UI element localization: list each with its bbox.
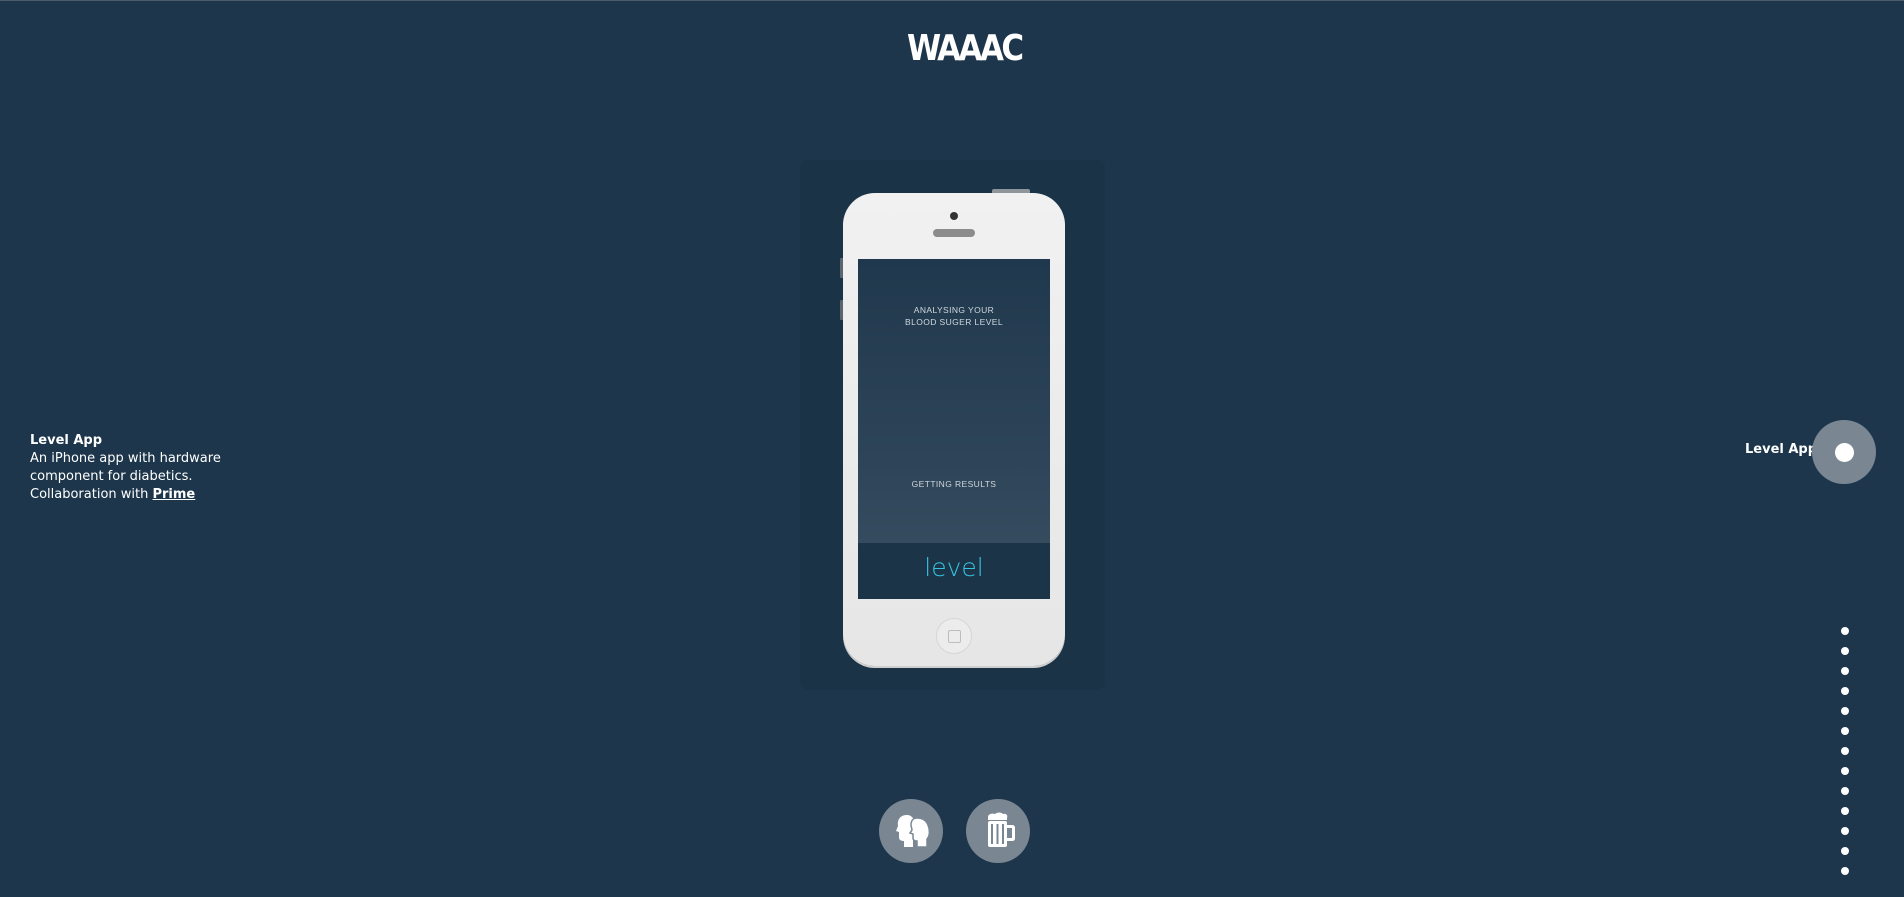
analysing-line2: BLOOD SUGER LEVEL (905, 317, 1003, 327)
phone-screen: ANALYSING YOUR BLOOD SUGER LEVEL GETTING… (858, 259, 1050, 599)
project-collab-line: Collaboration with Prime (30, 486, 221, 504)
collab-prefix: Collaboration with (30, 487, 153, 502)
pager-dot[interactable] (1841, 647, 1849, 655)
page-indicator (1841, 627, 1849, 887)
phone-camera (950, 212, 958, 220)
pager-dot[interactable] (1841, 787, 1849, 795)
project-desc-line1: An iPhone app with hardware (30, 451, 221, 466)
pager-dot[interactable] (1841, 847, 1849, 855)
project-title: Level App (30, 433, 103, 448)
pager-dot[interactable] (1841, 767, 1849, 775)
top-divider (0, 0, 1904, 1)
faces-icon (896, 815, 931, 848)
app-brand-bar: level (858, 543, 1050, 599)
pager-dot[interactable] (1841, 707, 1849, 715)
prime-link[interactable]: Prime (152, 487, 195, 502)
home-square-icon (948, 630, 961, 643)
pager-dot[interactable] (1841, 687, 1849, 695)
pager-dot[interactable] (1841, 827, 1849, 835)
project-desc-line2: component for diabetics. (30, 469, 193, 484)
right-project-label: Level App (1745, 442, 1818, 457)
pager-dot[interactable] (1841, 627, 1849, 635)
beer-mug-icon (988, 812, 1015, 847)
pager-dot[interactable] (1841, 867, 1849, 875)
page: WAAAC Level App An iPhone app with hardw… (0, 0, 1904, 897)
site-logo[interactable]: WAAAC (907, 28, 1024, 70)
pager-dot[interactable] (1841, 727, 1849, 735)
beer-button[interactable] (966, 799, 1030, 863)
analysing-line1: ANALYSING YOUR (913, 305, 995, 315)
project-description: Level App An iPhone app with hardware co… (30, 432, 221, 504)
iphone-mockup: ANALYSING YOUR BLOOD SUGER LEVEL GETTING… (843, 193, 1065, 666)
project-toggle-button[interactable] (1812, 420, 1876, 484)
phone-home-button (936, 618, 972, 654)
team-button[interactable] (879, 799, 943, 863)
toggle-dot-icon (1835, 443, 1854, 462)
getting-results-text: GETTING RESULTS (911, 479, 997, 489)
analysing-text: ANALYSING YOUR BLOOD SUGER LEVEL (858, 304, 1050, 328)
pager-dot[interactable] (1841, 667, 1849, 675)
phone-speaker (933, 229, 975, 237)
level-brand-word: level (924, 553, 984, 582)
pager-dot[interactable] (1841, 747, 1849, 755)
pager-dot[interactable] (1841, 807, 1849, 815)
